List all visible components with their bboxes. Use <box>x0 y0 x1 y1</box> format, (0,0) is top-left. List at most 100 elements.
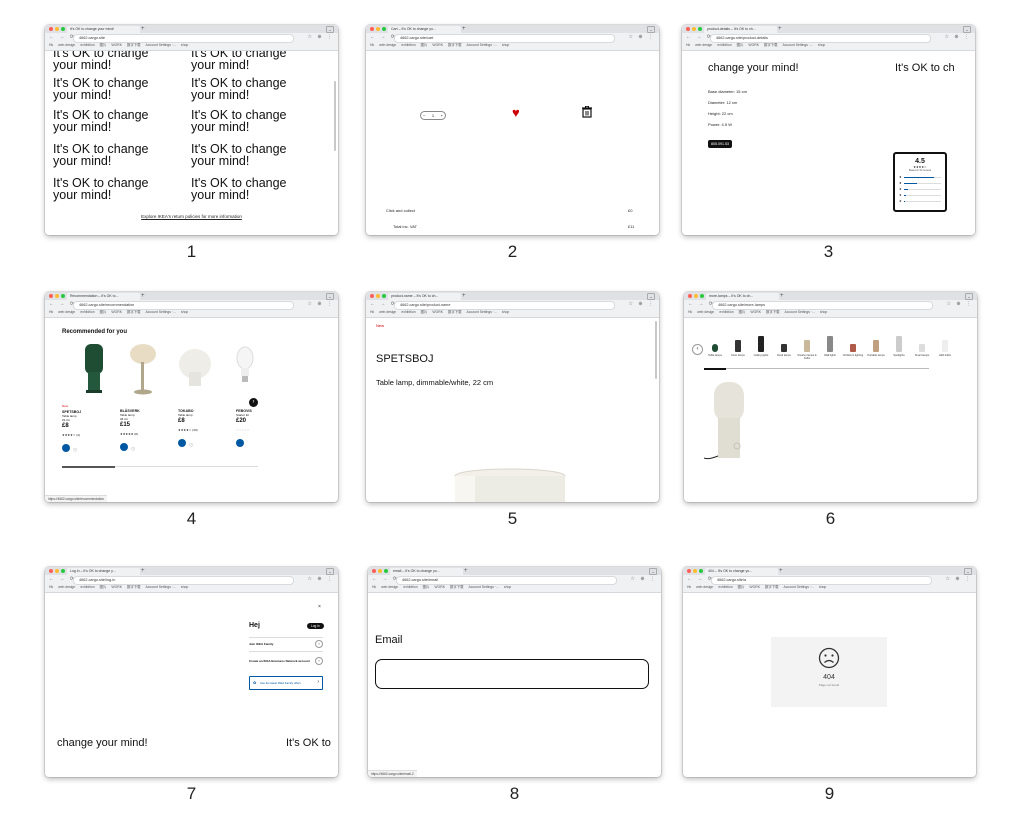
tab-menu-icon[interactable]: ⌄ <box>964 568 972 575</box>
category-item[interactable]: Smart lamps <box>911 332 933 357</box>
new-tab-icon[interactable]: + <box>780 292 784 300</box>
bookmarks-bar[interactable]: Hk web design exhibition 图片 WORK 数字下载 Account … <box>49 309 334 316</box>
bookmarks-bar[interactable]: Hk web design exhibition 图片 WORK 数字下载 Account … <box>49 584 334 591</box>
nav-buttons[interactable]: ← → ⟳ <box>687 576 714 582</box>
tab-menu-icon[interactable]: ⌄ <box>649 568 657 575</box>
toolbar-icons[interactable]: ☆ ⊕ ⋮ <box>308 301 334 307</box>
browser-tab[interactable]: Log in – It's OK to change y... <box>67 568 140 575</box>
toolbar-icons[interactable]: ☆ ⊕ ⋮ <box>631 576 657 582</box>
bookmarks-bar[interactable]: Hk web design exhibition 图片 WORK 数字下载 Account … <box>686 42 971 49</box>
browser-tab[interactable]: Recommendation – It's OK to... <box>67 293 140 300</box>
tab-menu-icon[interactable]: ⌄ <box>326 26 334 33</box>
screen-6: more-lamps – It's OK to ch... + ⌄ ← → ⟳ 46… <box>684 292 977 528</box>
chevron-right-icon[interactable]: › <box>315 657 323 665</box>
nav-buttons[interactable]: ← → ⟳ <box>370 34 397 40</box>
new-tab-icon[interactable]: + <box>462 25 466 33</box>
bookmarks-bar[interactable]: Hk web design exhibition 图片 WORK 数字下载 Account … <box>370 42 655 49</box>
tab-menu-icon[interactable]: ⌄ <box>647 26 655 33</box>
new-tab-icon[interactable]: + <box>779 567 783 575</box>
product-image[interactable] <box>703 382 750 471</box>
bookmarks-bar[interactable]: Hk web design exhibition 图片 WORK 数字下载 Account … <box>372 584 657 591</box>
heart-icon[interactable]: ♡ <box>131 447 135 453</box>
category-item[interactable]: LED bulbs <box>934 332 956 357</box>
tab-menu-icon[interactable]: ⌄ <box>326 568 334 575</box>
browser-tab[interactable]: product-details – It's OK to ch... <box>704 26 777 33</box>
toolbar-icons[interactable]: ☆ ⊕ ⋮ <box>629 34 655 40</box>
add-to-cart-button[interactable] <box>120 443 128 451</box>
menu-item-join[interactable]: Join IKEA Family <box>249 642 273 646</box>
nav-buttons[interactable]: ← → ⟳ <box>686 34 713 40</box>
quantity-stepper[interactable]: −1 + <box>420 111 446 120</box>
carousel-scrollbar-thumb[interactable] <box>62 465 115 468</box>
nav-buttons[interactable]: ← → ⟳ <box>49 301 76 307</box>
chevron-right-icon[interactable]: › <box>315 640 323 648</box>
toolbar-icons[interactable]: ☆ ⊕ ⋮ <box>947 301 973 307</box>
email-field[interactable] <box>375 659 649 689</box>
new-tab-icon[interactable]: + <box>462 292 466 300</box>
browser-tab[interactable]: It's OK to change your mind! <box>67 26 140 33</box>
menu-item-business[interactable]: Create an IKEA Business Network account <box>249 659 310 663</box>
product-image[interactable] <box>128 344 158 401</box>
add-to-cart-button[interactable] <box>178 439 186 447</box>
new-tab-icon[interactable]: + <box>464 567 468 575</box>
login-button[interactable]: Log in <box>307 623 324 629</box>
scrollbar[interactable] <box>655 321 657 379</box>
heart-icon[interactable]: ♡ <box>189 443 193 449</box>
category-icon <box>826 332 834 352</box>
trash-icon[interactable] <box>582 105 592 123</box>
heart-icon[interactable]: ♥ <box>512 105 520 120</box>
tab-menu-icon[interactable]: ⌄ <box>963 26 971 33</box>
nav-buttons[interactable]: ← → ⟳ <box>49 576 76 582</box>
family-offers-banner[interactable]: ✿ Use the latest IKEA Family offers › <box>249 676 323 690</box>
screen-caption: 4 <box>186 509 197 528</box>
add-to-cart-button[interactable] <box>62 444 70 452</box>
close-icon[interactable]: × <box>318 604 321 610</box>
bookmarks-bar[interactable]: Hk web design exhibition 图片 WORK 数字下载 Account … <box>49 42 334 49</box>
nav-buttons[interactable]: ← → ⟳ <box>372 576 399 582</box>
product-image[interactable] <box>236 346 254 397</box>
toolbar-icons[interactable]: ☆ ⊕ ⋮ <box>945 34 971 40</box>
category-item[interactable]: Floor lamps <box>727 332 749 357</box>
nav-buttons[interactable]: ← → ⟳ <box>370 301 397 307</box>
scroll-left-button[interactable]: ‹ <box>692 344 703 355</box>
new-tab-icon[interactable]: + <box>778 25 782 33</box>
browser-tab[interactable]: email – It's OK to change yo... <box>390 568 463 575</box>
product-card[interactable]: TOKABO Table lamp £8 ★★★★☆ (33) ♡ <box>178 404 223 452</box>
new-tab-icon[interactable]: + <box>141 567 145 575</box>
category-item[interactable]: Wall lights <box>819 332 841 357</box>
add-to-cart-button[interactable] <box>236 439 244 447</box>
browser-tab[interactable]: 404 – It's OK to change yo... <box>705 568 778 575</box>
new-tab-icon[interactable]: + <box>141 292 145 300</box>
bookmarks-bar[interactable]: Hk web design exhibition 图片 WORK 数字下载 Account … <box>688 309 973 316</box>
browser-tab[interactable]: more-lamps – It's OK to ch... <box>706 293 779 300</box>
category-item[interactable]: Smarter lamps & bulbs <box>796 332 818 360</box>
tab-menu-icon[interactable]: ⌄ <box>647 293 655 300</box>
product-card[interactable]: BLÅSVERK Table lamp 36 cm £15 ★★★★★ (8) … <box>120 404 165 456</box>
browser-tab[interactable]: product-name – It's OK to ch... <box>388 293 461 300</box>
bookmarks-bar[interactable]: Hk web design exhibition 图片 WORK 数字下载 Account … <box>370 309 655 316</box>
new-tab-icon[interactable]: + <box>141 25 145 33</box>
tab-menu-icon[interactable]: ⌄ <box>965 293 973 300</box>
category-item[interactable]: Children's lighting <box>842 332 864 357</box>
scrollbar[interactable] <box>334 81 336 151</box>
browser-tab[interactable]: Cart – It's OK to change yo... <box>388 26 461 33</box>
category-item[interactable]: Spotlights <box>888 332 910 357</box>
product-image[interactable] <box>82 344 106 401</box>
toolbar-icons[interactable]: ☆ ⊕ ⋮ <box>308 576 334 582</box>
toolbar-icons[interactable]: ☆ ⊕ ⋮ <box>629 301 655 307</box>
category-item[interactable]: Portable lamps <box>865 332 887 357</box>
tab-menu-icon[interactable]: ⌄ <box>326 293 334 300</box>
product-card[interactable]: FEBOVIS Starter kit £20 ☆☆☆☆☆ <box>236 404 258 452</box>
category-item[interactable]: Desk lamps <box>773 332 795 357</box>
product-image[interactable] <box>178 348 212 393</box>
product-card[interactable]: New SPETSBOJ Table lamp 22 cm £8 ★★★★☆ (… <box>62 404 107 457</box>
heart-icon[interactable]: ♡ <box>73 448 77 454</box>
nav-buttons[interactable]: ← → ⟳ <box>49 34 76 40</box>
category-item[interactable]: Ceiling lights <box>750 332 772 357</box>
bookmarks-bar[interactable]: Hk web design exhibition 图片 WORK 数字下载 Account … <box>687 584 972 591</box>
category-item[interactable]: Table lamps <box>704 332 726 357</box>
return-policy-link[interactable]: Explore IKEA's return policies for more … <box>45 214 338 219</box>
nav-buttons[interactable]: ← → ⟳ <box>688 301 715 307</box>
toolbar-icons[interactable]: ☆ ⊕ ⋮ <box>308 34 334 40</box>
toolbar-icons[interactable]: ☆ ⊕ ⋮ <box>946 576 972 582</box>
